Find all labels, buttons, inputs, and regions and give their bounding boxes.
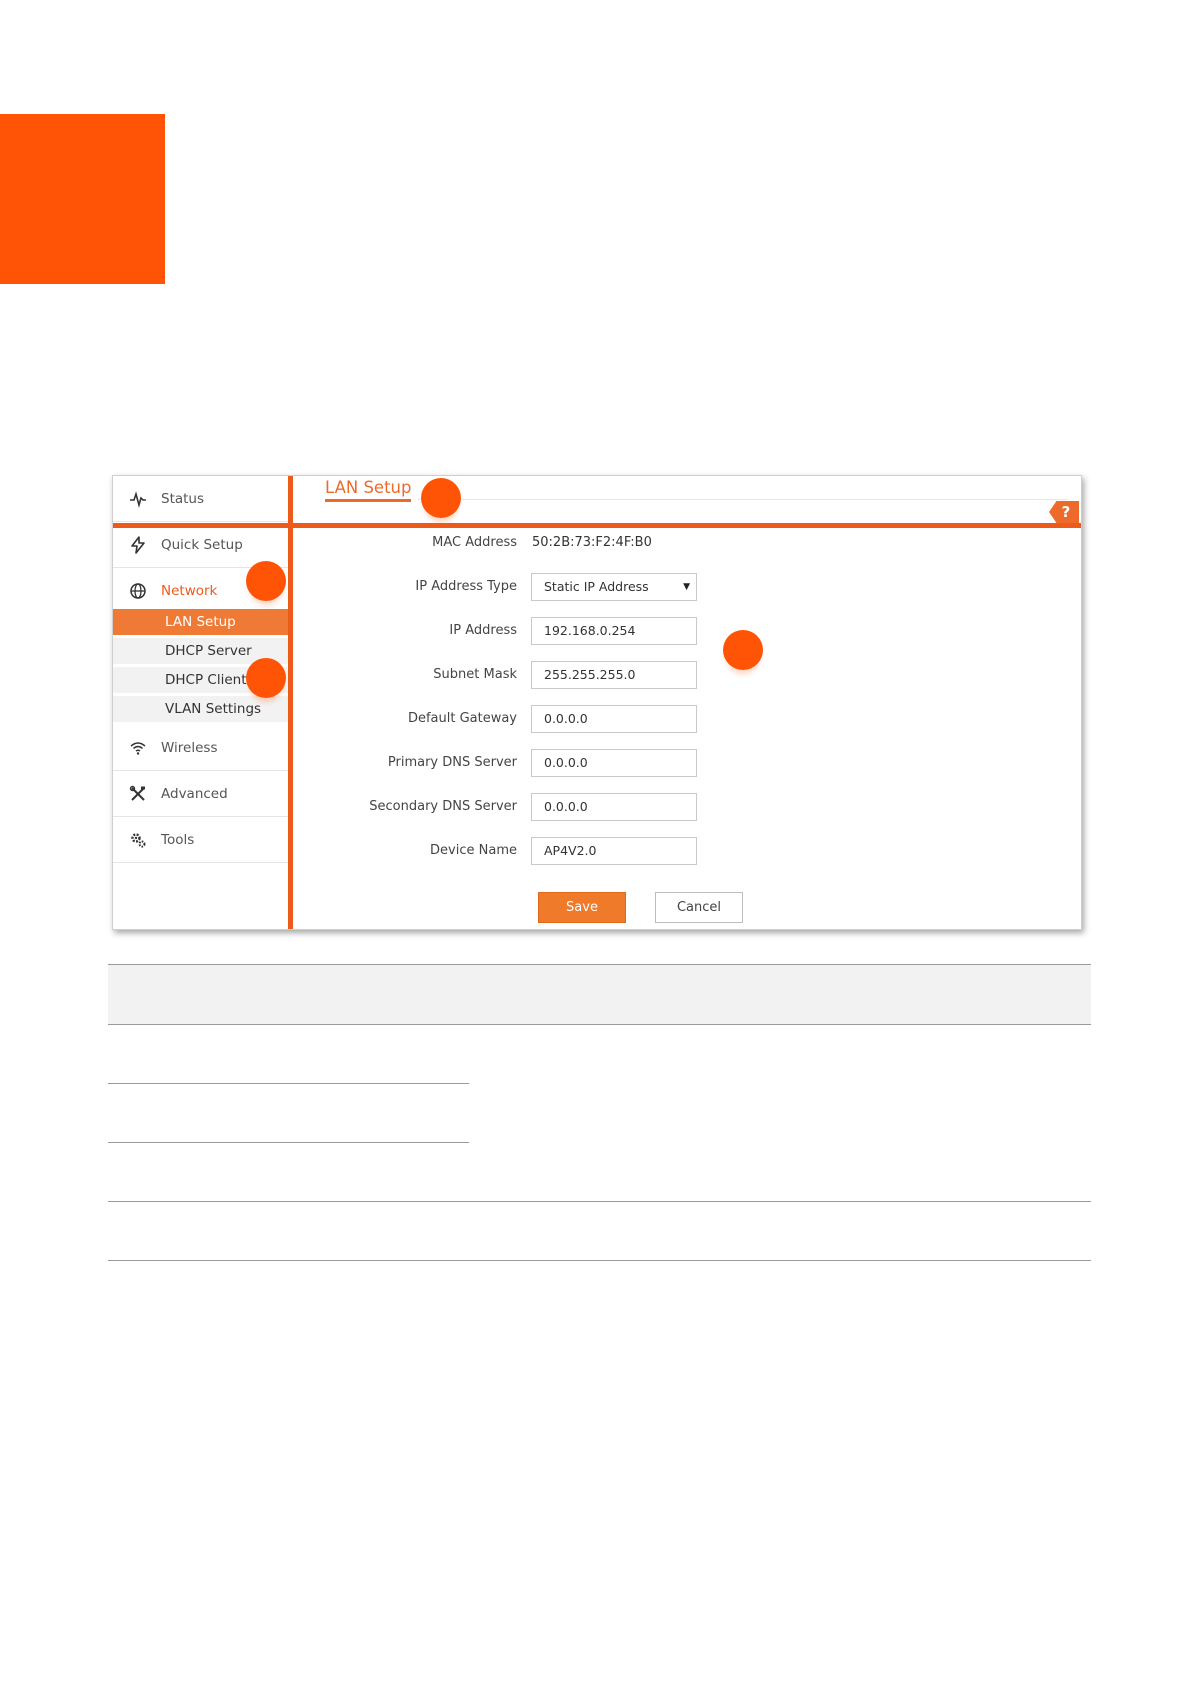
row-ip-address-type: IP Address Type Static IP Address ▼: [293, 572, 1081, 602]
callout-marker: [246, 658, 286, 698]
globe-icon: [128, 581, 148, 601]
wifi-icon: [128, 738, 148, 758]
gears-icon: [128, 830, 148, 850]
row-subnet-mask: Subnet Mask 255.255.255.0: [293, 660, 1081, 690]
sidebar-item-advanced[interactable]: Advanced: [113, 771, 288, 817]
default-gateway-input[interactable]: 0.0.0.0: [531, 705, 697, 733]
mac-address-label: MAC Address: [432, 535, 517, 550]
subnet-mask-label: Subnet Mask: [433, 667, 517, 682]
row-default-gateway: Default Gateway 0.0.0.0: [293, 704, 1081, 734]
sidebar-item-label: Tools: [161, 831, 195, 848]
sidebar-subitem-vlan-settings[interactable]: VLAN Settings: [113, 696, 288, 723]
sidebar-item-wireless[interactable]: Wireless: [113, 725, 288, 771]
dropdown-arrow-icon: ▼: [683, 582, 690, 592]
device-name-label: Device Name: [430, 843, 517, 858]
row-primary-dns: Primary DNS Server 0.0.0.0: [293, 748, 1081, 778]
sidebar-item-tools[interactable]: Tools: [113, 817, 288, 863]
secondary-dns-input[interactable]: 0.0.0.0: [531, 793, 697, 821]
table-row-divider: [108, 1142, 469, 1143]
corner-color-block: [0, 114, 165, 284]
pulse-icon: [128, 489, 148, 509]
secondary-dns-label: Secondary DNS Server: [369, 799, 517, 814]
ip-address-label: IP Address: [449, 623, 517, 638]
row-mac-address: MAC Address 50:2B:73:F2:4F:B0: [293, 528, 1081, 558]
sidebar: Status Quick Setup Network LAN Setup DHC…: [113, 476, 288, 929]
table-row-divider: [108, 1260, 1091, 1261]
primary-dns-label: Primary DNS Server: [387, 755, 517, 770]
router-web-ui-screenshot: Status Quick Setup Network LAN Setup DHC…: [112, 475, 1082, 930]
sidebar-item-label: Advanced: [161, 785, 228, 802]
cancel-button[interactable]: Cancel: [655, 892, 743, 923]
sidebar-item-label: Status: [161, 490, 205, 507]
row-ip-address: IP Address 192.168.0.254: [293, 616, 1081, 646]
primary-dns-input[interactable]: 0.0.0.0: [531, 749, 697, 777]
table-header: [108, 964, 1091, 1025]
subnet-mask-input[interactable]: 255.255.255.0: [531, 661, 697, 689]
device-name-input[interactable]: AP4V2.0: [531, 837, 697, 865]
callout-marker: [246, 561, 286, 601]
ip-address-type-label: IP Address Type: [415, 579, 517, 594]
tools-icon: [128, 784, 148, 804]
table-row-divider: [108, 1083, 469, 1084]
sidebar-subitem-lan-setup[interactable]: LAN Setup: [113, 609, 288, 636]
ip-address-input[interactable]: 192.168.0.254: [531, 617, 697, 645]
row-device-name: Device Name AP4V2.0: [293, 836, 1081, 866]
default-gateway-label: Default Gateway: [407, 711, 517, 726]
help-button[interactable]: ?: [1049, 501, 1079, 523]
tab-underline-rule: [418, 499, 1068, 500]
sidebar-item-label: Network: [161, 582, 218, 599]
tab-lan-setup[interactable]: LAN Setup: [325, 478, 412, 502]
sidebar-item-label: Wireless: [161, 739, 218, 756]
callout-marker: [421, 478, 461, 518]
sidebar-item-label: Quick Setup: [161, 536, 243, 553]
ip-address-type-select[interactable]: Static IP Address ▼: [531, 573, 697, 601]
callout-marker: [723, 630, 763, 670]
save-button[interactable]: Save: [538, 892, 626, 923]
mac-address-value: 50:2B:73:F2:4F:B0: [532, 535, 652, 550]
sidebar-item-status[interactable]: Status: [113, 476, 288, 522]
row-secondary-dns: Secondary DNS Server 0.0.0.0: [293, 792, 1081, 822]
lightning-icon: [128, 535, 148, 555]
table-row-divider: [108, 1201, 1091, 1202]
